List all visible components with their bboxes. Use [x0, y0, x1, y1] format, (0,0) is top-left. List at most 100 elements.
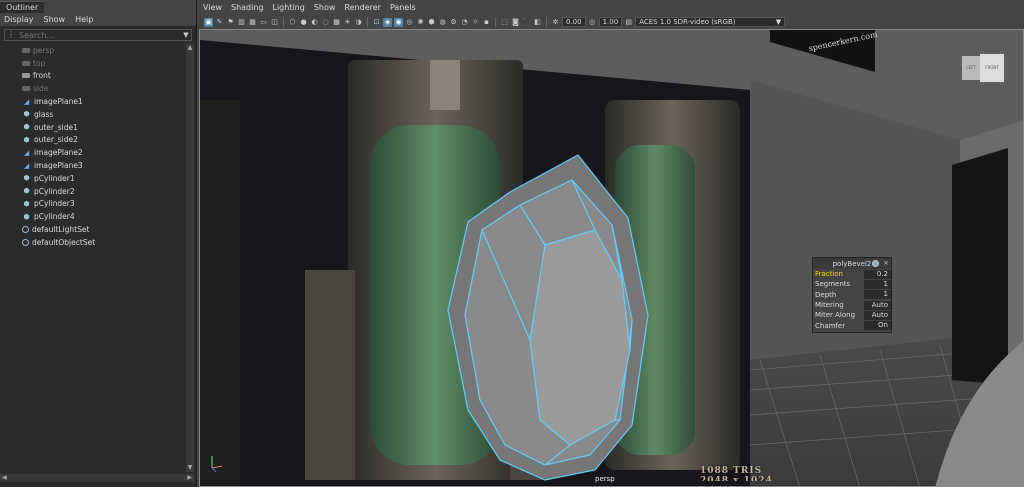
depth-of-field-icon[interactable]: ◍: [438, 18, 447, 27]
scroll-up-icon[interactable]: ▲: [186, 44, 194, 52]
outliner-item[interactable]: ⬢ pCylinder3: [0, 198, 186, 211]
motion-blur-icon[interactable]: ✺: [416, 18, 425, 27]
info-icon[interactable]: [872, 260, 879, 267]
exposure-field[interactable]: 0.00: [562, 17, 586, 27]
view-transform-icon[interactable]: ◧: [533, 18, 542, 27]
outliner-item[interactable]: ⬢ outer_side2: [0, 134, 186, 147]
attribute-value-field[interactable]: 0.2: [864, 269, 891, 279]
viewcube-front-face[interactable]: FRONT: [980, 54, 1004, 82]
outliner-item[interactable]: top: [0, 57, 186, 70]
search-dropdown-icon[interactable]: ▼: [181, 31, 191, 39]
wireframe-on-shaded-icon[interactable]: ◐: [310, 18, 319, 27]
outliner-item[interactable]: defaultObjectSet: [0, 236, 186, 249]
attribute-row[interactable]: Miter Along Auto: [813, 310, 891, 320]
shadows-icon[interactable]: ◑: [354, 18, 363, 27]
attribute-value-field[interactable]: Auto: [864, 310, 891, 320]
wireframe-icon[interactable]: ⬡: [288, 18, 297, 27]
scroll-left-icon[interactable]: ◀: [2, 474, 7, 482]
outliner-item[interactable]: ⬢ pCylinder4: [0, 210, 186, 223]
menu-shading[interactable]: Shading: [231, 3, 264, 15]
outliner-search-input[interactable]: [5, 30, 181, 40]
attribute-label[interactable]: Chamfer: [815, 322, 864, 330]
smooth-shade-icon[interactable]: ●: [299, 18, 308, 27]
outliner-item[interactable]: defaultLightSet: [0, 223, 186, 236]
outliner-item[interactable]: ⬢ pCylinder1: [0, 172, 186, 185]
outliner-item[interactable]: side: [0, 82, 186, 95]
outliner-item[interactable]: persp: [0, 44, 186, 57]
menu-help[interactable]: Help: [75, 15, 93, 24]
grid-toggle-icon[interactable]: ▦: [248, 18, 257, 27]
outliner-vertical-scrollbar[interactable]: ▲ ▼: [186, 44, 194, 472]
outliner-horizontal-scrollbar[interactable]: ◀ ▶: [0, 474, 194, 482]
attribute-label[interactable]: Segments: [815, 280, 864, 288]
menu-renderer[interactable]: Renderer: [344, 3, 381, 15]
film-gate-icon[interactable]: ▭: [259, 18, 268, 27]
scroll-down-icon[interactable]: ▼: [186, 464, 194, 472]
mesh-icon: ⬢: [23, 110, 30, 119]
attribute-value-field[interactable]: Auto: [864, 300, 891, 310]
exposure-icon[interactable]: ◙: [511, 18, 520, 27]
exposure-reset-icon[interactable]: ✲: [551, 18, 560, 27]
shadow-quality-icon[interactable]: ☼: [471, 18, 480, 27]
attribute-value-field[interactable]: 1: [864, 290, 891, 300]
attribute-value-field[interactable]: On: [864, 321, 891, 331]
menu-show[interactable]: Show: [44, 15, 66, 24]
poly-bevel-title-bar[interactable]: polyBevel2 ×: [813, 258, 891, 269]
attribute-label[interactable]: Fraction: [815, 270, 864, 278]
menu-show[interactable]: Show: [314, 3, 336, 15]
outliner-item-label: pCylinder1: [34, 173, 75, 183]
viewcube[interactable]: LEFT FRONT: [962, 52, 1006, 82]
viewport-panel[interactable]: spencerkern.com LEFT FRONT persp 1088 TR…: [199, 29, 1024, 487]
scroll-right-icon[interactable]: ▶: [187, 474, 192, 482]
image-plane-toggle-icon[interactable]: ▥: [237, 18, 246, 27]
attribute-label[interactable]: Depth: [815, 291, 864, 299]
outliner-item[interactable]: ⬢ outer_side1: [0, 121, 186, 134]
outliner-tab[interactable]: Outliner: [0, 1, 45, 13]
outliner-item[interactable]: ◢ imagePlane1: [0, 95, 186, 108]
outliner-item[interactable]: ⬢ pCylinder2: [0, 185, 186, 198]
gamma-icon[interactable]: ⬛: [522, 18, 531, 27]
menu-display[interactable]: Display: [4, 15, 34, 24]
attribute-row[interactable]: Depth 1: [813, 290, 891, 300]
attribute-label[interactable]: Miter Along: [815, 311, 864, 319]
xray-active-icon[interactable]: ◉: [394, 17, 403, 27]
anti-aliasing-icon[interactable]: ⬢: [427, 18, 436, 27]
xray-joints-icon[interactable]: ◈: [383, 17, 392, 27]
bookmark-icon[interactable]: ⚑: [226, 18, 235, 27]
gamma-reset-icon[interactable]: ◎: [588, 18, 597, 27]
attribute-row[interactable]: Mitering Auto: [813, 300, 891, 310]
lights-icon[interactable]: ☀: [343, 18, 352, 27]
screen-space-icon[interactable]: ◔: [460, 18, 469, 27]
camera-label: persp: [595, 475, 615, 483]
xray-icon[interactable]: ◌: [321, 18, 330, 27]
attribute-row[interactable]: Fraction 0.2: [813, 269, 891, 279]
ambient-occlusion-icon[interactable]: ◎: [405, 18, 414, 27]
attribute-value-field[interactable]: 1: [864, 279, 891, 289]
render-icon[interactable]: ▪: [482, 18, 491, 27]
toggle-hud-icon[interactable]: ⚙: [449, 18, 458, 27]
menu-panels[interactable]: Panels: [390, 3, 416, 15]
viewcube-left-face[interactable]: LEFT: [962, 56, 980, 80]
camera-toggle-icon[interactable]: ⬚: [500, 18, 509, 27]
attribute-row[interactable]: Segments 1: [813, 279, 891, 289]
attribute-row[interactable]: Chamfer On: [813, 320, 891, 331]
color-space-select[interactable]: ACES 1.0 SDR-video (sRGB) ▼: [635, 17, 786, 27]
menu-view[interactable]: View: [203, 3, 222, 15]
outliner-item[interactable]: ⬢ glass: [0, 108, 186, 121]
resolution-gate-icon[interactable]: ◫: [270, 18, 279, 27]
camera-attributes-icon[interactable]: ✎: [215, 18, 224, 27]
select-camera-icon[interactable]: ▣: [204, 17, 213, 27]
menu-lighting[interactable]: Lighting: [272, 3, 304, 15]
color-management-icon[interactable]: ▤: [624, 18, 633, 27]
outliner-item[interactable]: front: [0, 70, 186, 83]
camera-icon: [22, 47, 30, 53]
outliner-item[interactable]: ◢ imagePlane2: [0, 146, 186, 159]
gamma-field[interactable]: 1.00: [598, 17, 623, 27]
outliner-item[interactable]: ◢ imagePlane3: [0, 159, 186, 172]
isolate-select-icon[interactable]: ⊡: [372, 18, 381, 27]
scene-view[interactable]: [200, 30, 1024, 487]
search-options-icon[interactable]: ⋮: [7, 30, 15, 39]
attribute-label[interactable]: Mitering: [815, 301, 864, 309]
textured-icon[interactable]: ▩: [332, 18, 341, 27]
close-icon[interactable]: ×: [883, 259, 889, 267]
